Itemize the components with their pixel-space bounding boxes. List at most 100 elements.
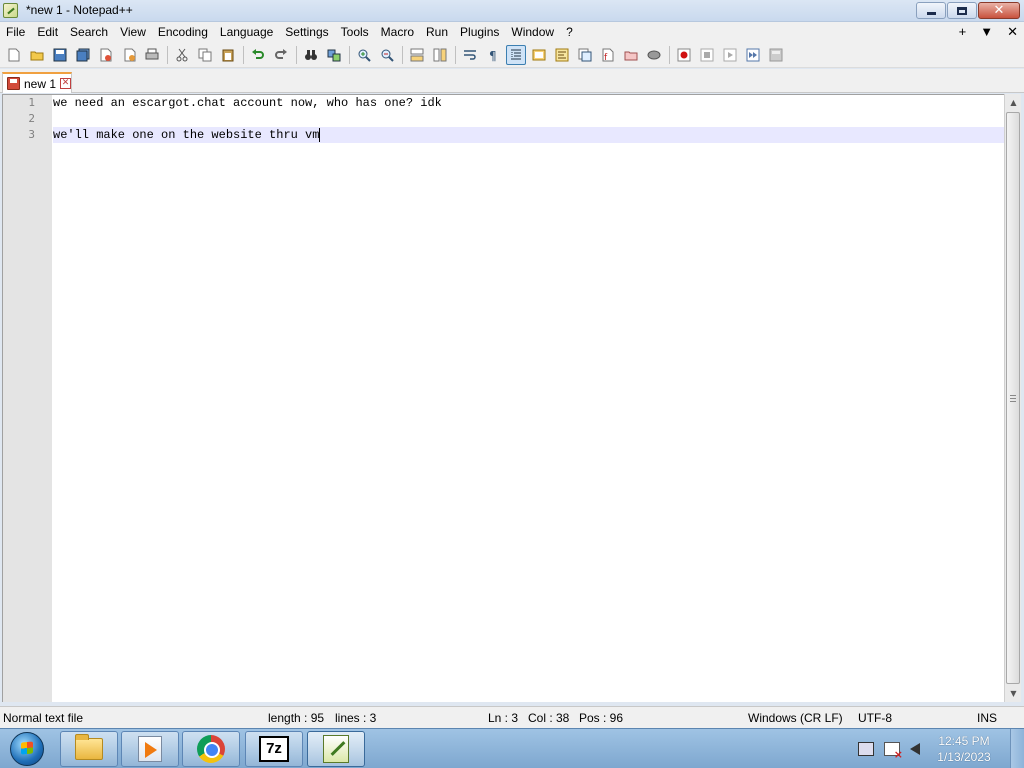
chrome-icon <box>197 735 225 763</box>
menu-settings[interactable]: Settings <box>279 22 334 42</box>
editor-area[interactable]: 1 2 3 we need an escargot.chat account n… <box>2 94 1004 702</box>
toolbar: ¶ f <box>0 42 1024 68</box>
zoom-in-button[interactable] <box>354 45 374 65</box>
action-center-flag-icon[interactable] <box>884 742 903 761</box>
status-encoding[interactable]: UTF-8 <box>858 711 892 725</box>
replace-button[interactable] <box>324 45 344 65</box>
show-desktop-button[interactable] <box>1010 729 1024 768</box>
paste-icon <box>222 49 234 61</box>
menu-edit[interactable]: Edit <box>31 22 64 42</box>
close-file-button[interactable] <box>96 45 116 65</box>
volume-icon[interactable] <box>910 743 920 755</box>
define-language-button[interactable] <box>529 45 549 65</box>
menu-right-controls: + ▼ ✕ <box>959 22 1018 42</box>
copy-icon <box>198 48 212 61</box>
status-lines: lines : 3 <box>335 711 377 725</box>
cut-button[interactable] <box>172 45 192 65</box>
function-list-button[interactable] <box>575 45 595 65</box>
monitoring-button[interactable] <box>644 45 664 65</box>
zoom-in-icon <box>358 49 371 62</box>
taskbar-notepad-plus-plus[interactable] <box>307 731 365 767</box>
menu-bar: File Edit Search View Encoding Language … <box>0 22 1024 42</box>
taskbar-7zip[interactable]: 7z <box>245 731 303 767</box>
sync-vertical-button[interactable] <box>407 45 427 65</box>
open-file-button[interactable] <box>27 45 47 65</box>
grip-icon <box>1010 395 1016 402</box>
indent-guide-button[interactable] <box>506 44 526 65</box>
clock-time: 12:45 PM <box>938 734 990 748</box>
show-all-characters-button[interactable]: ¶ <box>483 45 503 65</box>
taskbar-media-player[interactable] <box>121 731 179 767</box>
network-icon[interactable] <box>858 742 874 756</box>
document-map-button[interactable] <box>552 45 572 65</box>
clock[interactable]: 12:45 PM 1/13/2023 <box>930 733 998 765</box>
stop-recording-button[interactable] <box>697 45 717 65</box>
toolbar-separator <box>349 45 350 64</box>
new-file-button[interactable] <box>4 45 24 65</box>
menu-encoding[interactable]: Encoding <box>152 22 214 42</box>
save-all-button[interactable] <box>73 45 93 65</box>
scrollbar-thumb[interactable] <box>1006 112 1020 684</box>
tab-close-icon[interactable]: ✕ <box>60 78 72 89</box>
stop-icon <box>700 48 714 61</box>
close-all-button[interactable] <box>119 45 139 65</box>
close-document-button[interactable]: ✕ <box>1007 22 1018 42</box>
menu-search[interactable]: Search <box>64 22 114 42</box>
binoculars-icon <box>305 49 317 60</box>
add-tab-button[interactable]: + <box>959 22 967 42</box>
status-eol[interactable]: Windows (CR LF) <box>748 711 843 725</box>
title-bar: *new 1 - Notepad++ ✕ <box>0 0 1024 22</box>
menu-window[interactable]: Window <box>505 22 560 42</box>
menu-view[interactable]: View <box>114 22 152 42</box>
undo-button[interactable] <box>248 45 268 65</box>
taskbar-file-explorer[interactable] <box>60 731 118 767</box>
record-macro-button[interactable] <box>674 45 694 65</box>
scroll-down-arrow-icon[interactable]: ▼ <box>1005 685 1022 702</box>
status-column: Col : 38 <box>528 711 570 725</box>
playback-macro-button[interactable] <box>720 45 740 65</box>
define-language-icon <box>532 49 546 60</box>
save-button[interactable] <box>50 45 70 65</box>
tab-list-dropdown[interactable]: ▼ <box>980 22 993 42</box>
folder-workspace-icon: f <box>602 48 614 62</box>
clock-date: 1/13/2023 <box>937 750 991 764</box>
zoom-out-button[interactable] <box>377 45 397 65</box>
word-wrap-button[interactable] <box>460 45 480 65</box>
folder-as-workspace-button[interactable]: f <box>598 45 618 65</box>
copy-button[interactable] <box>195 45 215 65</box>
taskbar-chrome[interactable] <box>182 731 240 767</box>
vertical-scrollbar[interactable]: ▲ ▼ <box>1004 94 1021 702</box>
menu-macro[interactable]: Macro <box>375 22 420 42</box>
status-insert-mode[interactable]: INS <box>977 711 997 725</box>
menu-tools[interactable]: Tools <box>335 22 375 42</box>
run-macro-multiple-button[interactable] <box>743 45 763 65</box>
start-button[interactable] <box>4 730 50 768</box>
function-list-icon <box>578 48 592 61</box>
status-file-type: Normal text file <box>3 711 84 725</box>
menu-file[interactable]: File <box>0 22 31 42</box>
paste-button[interactable] <box>218 45 238 65</box>
minimize-button[interactable] <box>916 2 946 19</box>
save-macro-button[interactable] <box>766 45 786 65</box>
redo-button[interactable] <box>271 45 291 65</box>
find-button[interactable] <box>301 45 321 65</box>
current-code-line[interactable]: we'll make one on the website thru vm <box>53 127 1004 143</box>
close-file-icon <box>100 48 112 61</box>
print-button[interactable] <box>142 45 162 65</box>
menu-run[interactable]: Run <box>420 22 454 42</box>
scissors-icon <box>176 48 188 61</box>
project-panel-button[interactable] <box>621 45 641 65</box>
maximize-button[interactable] <box>947 2 977 19</box>
scroll-up-arrow-icon[interactable]: ▲ <box>1005 94 1022 111</box>
text-caret <box>319 127 321 142</box>
line-number: 1 <box>28 96 35 109</box>
tab-new-1[interactable]: new 1 ✕ <box>2 72 72 93</box>
menu-plugins[interactable]: Plugins <box>454 22 505 42</box>
save-icon <box>53 48 67 61</box>
close-button[interactable]: ✕ <box>978 2 1020 19</box>
menu-help[interactable]: ? <box>560 22 579 42</box>
code-line[interactable] <box>53 111 1004 127</box>
code-line[interactable]: we need an escargot.chat account now, wh… <box>53 95 1004 111</box>
menu-language[interactable]: Language <box>214 22 279 42</box>
sync-horizontal-button[interactable] <box>430 45 450 65</box>
